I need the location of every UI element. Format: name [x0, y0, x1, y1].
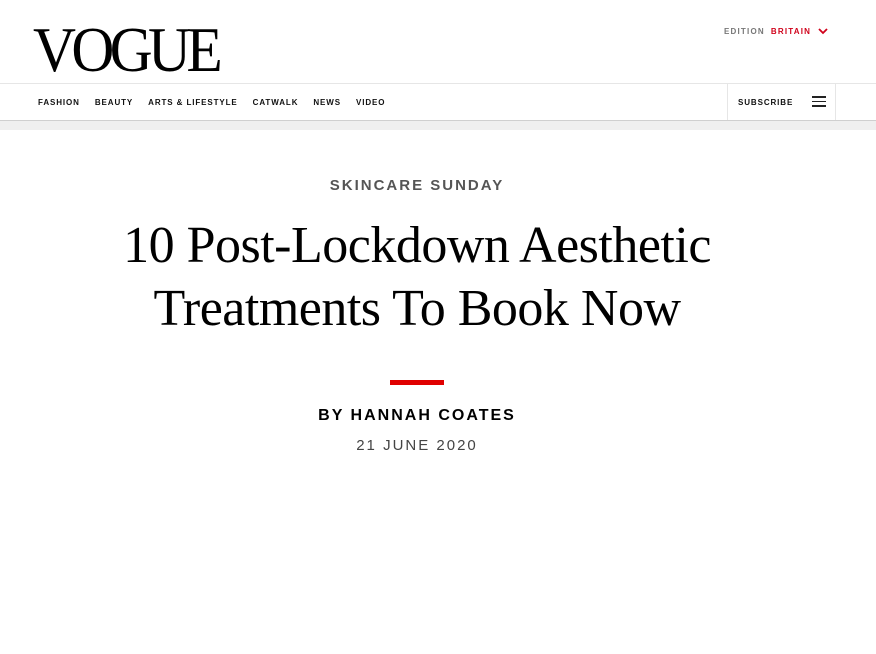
nav-items: FASHION BEAUTY ARTS & LIFESTYLE CATWALK …: [38, 84, 400, 120]
article-headline: 10 Post-Lockdown Aesthetic Treatments To…: [123, 217, 711, 337]
article-kicker[interactable]: SKINCARE SUNDAY: [0, 177, 834, 194]
nav-item-fashion[interactable]: FASHION: [38, 98, 80, 107]
main-nav: FASHION BEAUTY ARTS & LIFESTYLE CATWALK …: [0, 83, 876, 121]
vogue-logo[interactable]: VOGUE: [33, 18, 223, 82]
nav-item-news[interactable]: NEWS: [313, 98, 341, 107]
subscribe-link[interactable]: SUBSCRIBE: [738, 98, 793, 107]
edition-value[interactable]: BRITAIN: [771, 27, 811, 36]
chevron-down-icon[interactable]: [817, 26, 829, 36]
nav-item-beauty[interactable]: BEAUTY: [95, 98, 133, 107]
nav-item-arts-lifestyle[interactable]: ARTS & LIFESTYLE: [148, 98, 238, 107]
nav-item-video[interactable]: VIDEO: [356, 98, 385, 107]
nav-item-catwalk[interactable]: CATWALK: [253, 98, 299, 107]
article-byline[interactable]: BY HANNAH COATES: [0, 407, 834, 425]
divider-band: [0, 121, 876, 130]
nav-right: SUBSCRIBE: [727, 84, 836, 120]
article-date: 21 JUNE 2020: [356, 437, 478, 454]
red-rule: [390, 380, 444, 385]
edition-label: EDITION: [724, 26, 765, 36]
hamburger-menu-icon[interactable]: [812, 96, 826, 107]
edition-selector[interactable]: EDITION BRITAIN: [724, 26, 829, 36]
